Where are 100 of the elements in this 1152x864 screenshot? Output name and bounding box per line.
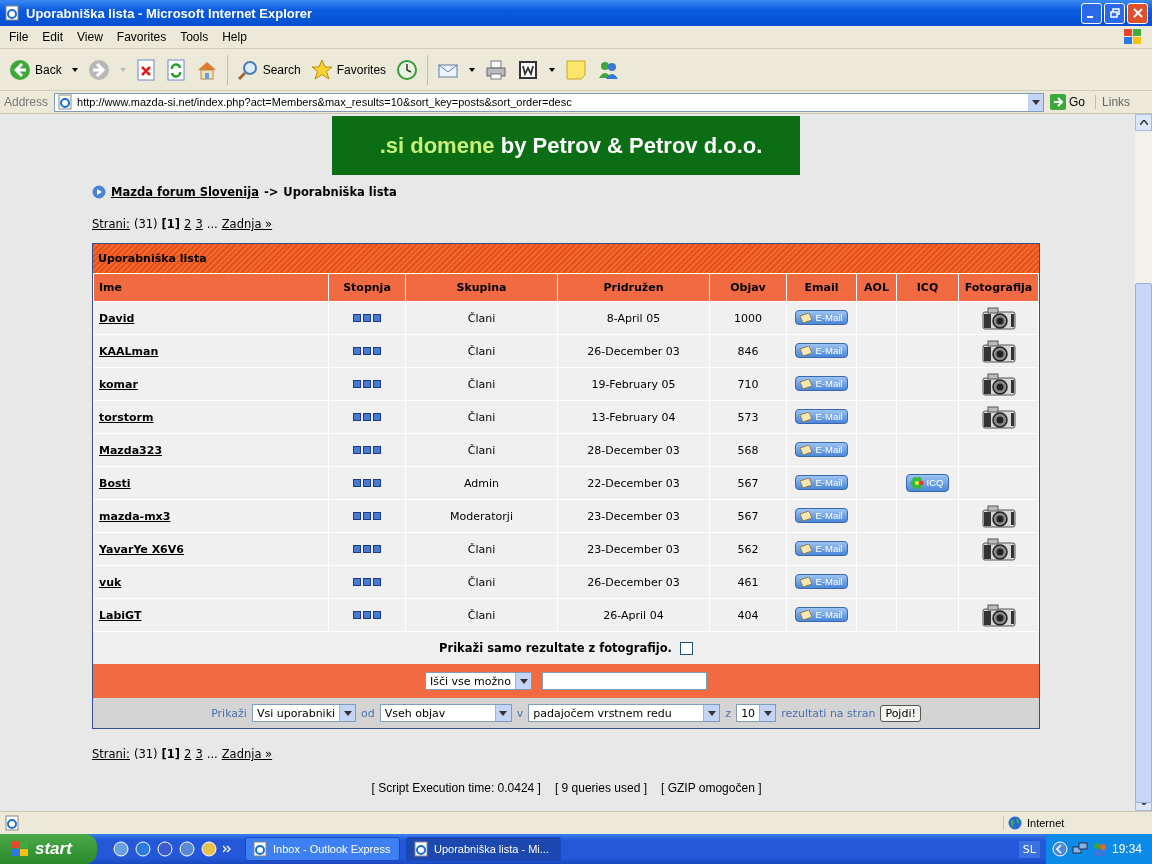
member-link[interactable]: KAALman bbox=[99, 344, 159, 358]
member-link[interactable]: vuk bbox=[99, 575, 122, 589]
vertical-scrollbar[interactable] bbox=[1135, 114, 1152, 811]
go-button[interactable]: Go bbox=[1048, 94, 1092, 110]
search-button[interactable]: Search bbox=[233, 56, 304, 83]
sort-label: rezultati na stran bbox=[781, 706, 876, 720]
member-link[interactable]: LabiGT bbox=[99, 608, 142, 622]
camera-icon[interactable] bbox=[981, 372, 1016, 396]
stop-icon bbox=[135, 58, 156, 81]
taskbar-button[interactable]: Inbox - Outlook Express bbox=[245, 837, 400, 861]
table-cell: 13-February 04 bbox=[557, 400, 710, 434]
envelope-icon bbox=[798, 378, 813, 389]
address-label: Address bbox=[3, 95, 50, 109]
pages-link[interactable]: Strani: bbox=[92, 747, 130, 761]
quick-launch-icon[interactable] bbox=[113, 841, 129, 857]
quick-launch-icon[interactable] bbox=[135, 841, 151, 857]
dropdown-arrow-icon[interactable] bbox=[71, 67, 78, 72]
member-link[interactable]: torstorm bbox=[99, 410, 154, 424]
chevron-icon[interactable] bbox=[223, 845, 231, 853]
pages-link[interactable]: Strani: bbox=[92, 217, 130, 231]
member-link[interactable]: David bbox=[99, 311, 135, 325]
minimize-button[interactable] bbox=[1081, 2, 1102, 24]
expand-tray-icon[interactable] bbox=[1051, 841, 1068, 857]
search-icon bbox=[236, 58, 259, 81]
sort-order-select[interactable]: padajočem vrstnem redu bbox=[528, 704, 721, 722]
table-cell: Admin bbox=[405, 466, 558, 500]
windows-logo-icon bbox=[1122, 28, 1144, 46]
member-link[interactable]: YavarYe X6V6 bbox=[99, 542, 184, 556]
sort-label: z bbox=[725, 706, 732, 720]
minimize-icon bbox=[1086, 16, 1093, 18]
member-link[interactable]: mazda-mx3 bbox=[99, 509, 171, 523]
advertisement-banner[interactable]: .si domene by Petrov & Petrov d.o.o. bbox=[332, 116, 800, 175]
menu-item[interactable]: Help bbox=[215, 30, 254, 44]
menu-item[interactable]: Tools bbox=[173, 30, 216, 44]
quick-launch-icon[interactable] bbox=[179, 841, 195, 857]
quick-launch-icon[interactable] bbox=[157, 841, 173, 857]
close-button[interactable] bbox=[1127, 2, 1148, 24]
member-link[interactable]: komar bbox=[99, 377, 138, 391]
last-page-link[interactable]: Zadnja » bbox=[221, 217, 273, 231]
scroll-up-icon[interactable] bbox=[1139, 120, 1148, 125]
dropdown-arrow-icon bbox=[343, 710, 352, 716]
member-link[interactable]: Bosti bbox=[99, 476, 131, 490]
column-header: Email bbox=[786, 274, 857, 302]
camera-icon[interactable] bbox=[981, 339, 1016, 363]
page-link[interactable]: 2 bbox=[184, 217, 192, 231]
taskbar-button[interactable]: Uporabniška lista - Mi... bbox=[406, 837, 561, 861]
stats-text: [ Script Execution time: 0.0424 ] bbox=[371, 781, 541, 795]
start-button[interactable]: start bbox=[0, 834, 97, 864]
bullet-icon bbox=[92, 185, 106, 199]
search-field[interactable] bbox=[542, 672, 707, 690]
table-cell: 1000 bbox=[709, 301, 787, 335]
quick-launch-icon[interactable] bbox=[201, 841, 217, 857]
back-button[interactable]: Back bbox=[6, 56, 65, 83]
member-link[interactable]: Mazda323 bbox=[99, 443, 163, 457]
globe-icon bbox=[1008, 816, 1022, 830]
links-button[interactable]: Links bbox=[1095, 95, 1131, 109]
rank-pips-icon bbox=[353, 577, 381, 586]
window-icon bbox=[252, 841, 268, 857]
search-scope-select[interactable]: Išči vse možno bbox=[425, 672, 532, 690]
maximize-button[interactable] bbox=[1104, 2, 1125, 24]
windows-logo-icon bbox=[10, 840, 30, 858]
page-link[interactable]: 3 bbox=[195, 217, 203, 231]
menu-item[interactable]: File bbox=[2, 30, 36, 44]
menu-item[interactable]: Favorites bbox=[109, 30, 174, 44]
envelope-icon bbox=[798, 609, 813, 620]
table-cell: 26-April 04 bbox=[557, 598, 710, 632]
camera-icon[interactable] bbox=[981, 504, 1016, 528]
menu-item[interactable]: View bbox=[70, 30, 110, 44]
sort-label: v bbox=[516, 706, 524, 720]
table-cell: 22-December 03 bbox=[557, 466, 710, 500]
table-cell: 710 bbox=[709, 367, 787, 401]
table-cell: 461 bbox=[709, 565, 787, 599]
camera-icon[interactable] bbox=[981, 405, 1016, 429]
sort-key-select[interactable]: Vseh objav bbox=[379, 704, 512, 722]
camera-icon[interactable] bbox=[981, 537, 1016, 561]
rank-pips-icon bbox=[353, 544, 381, 553]
dropdown-arrow-icon bbox=[707, 710, 716, 716]
network-icon[interactable] bbox=[1071, 841, 1088, 857]
language-indicator[interactable]: SL bbox=[1018, 840, 1040, 858]
favorites-button[interactable]: Favorites bbox=[307, 56, 390, 83]
envelope-icon bbox=[798, 312, 813, 323]
dropdown-arrow-icon[interactable] bbox=[469, 67, 476, 72]
breadcrumb-link[interactable]: Mazda forum Slovenija bbox=[111, 185, 259, 199]
scroll-down-icon[interactable] bbox=[1139, 800, 1148, 805]
page-link[interactable]: 2 bbox=[184, 747, 192, 761]
flower-icon bbox=[909, 475, 924, 490]
results-count-select[interactable]: 10 bbox=[736, 704, 777, 722]
last-page-link[interactable]: Zadnja » bbox=[221, 747, 273, 761]
camera-icon[interactable] bbox=[981, 603, 1016, 627]
submit-button[interactable]: Pojdi! bbox=[880, 704, 921, 722]
photo-only-checkbox[interactable] bbox=[679, 641, 693, 655]
dropdown-arrow-icon[interactable] bbox=[549, 67, 556, 72]
menu-item[interactable]: Edit bbox=[35, 30, 71, 44]
camera-icon[interactable] bbox=[981, 306, 1016, 330]
address-field[interactable]: http://www.mazda-si.net/index.php?act=Members&max_results=10&sort_key=posts&sort_order=desc bbox=[54, 92, 1045, 112]
ellipsis: ... bbox=[206, 747, 218, 761]
table-cell: 567 bbox=[709, 466, 787, 500]
page-link[interactable]: 3 bbox=[195, 747, 203, 761]
member-type-select[interactable]: Vsi uporabniki bbox=[251, 704, 357, 722]
dropdown-arrow-icon[interactable] bbox=[1031, 99, 1040, 105]
